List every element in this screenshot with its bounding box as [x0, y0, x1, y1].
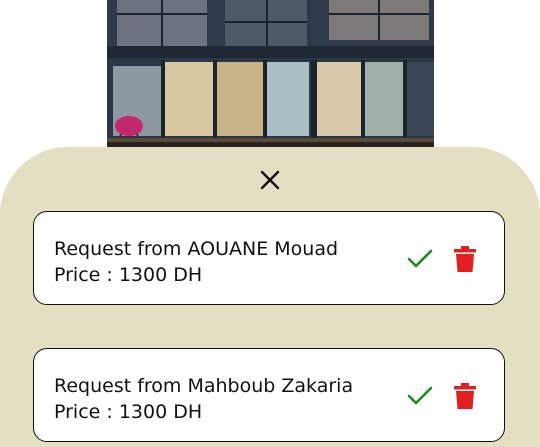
- request-price: Price : 1300 DH: [54, 264, 203, 286]
- request-info: Request from AOUANE Mouad Price : 1300 D…: [54, 236, 338, 288]
- request-card: Request from Mahboub Zakaria Price : 130…: [33, 348, 505, 442]
- request-card: Request from AOUANE Mouad Price : 1300 D…: [33, 211, 505, 305]
- accept-check-icon[interactable]: [406, 385, 434, 407]
- house-photo: [107, 0, 434, 158]
- trash-icon[interactable]: [454, 383, 476, 409]
- trash-icon[interactable]: [454, 246, 476, 272]
- request-title: Request from Mahboub Zakaria: [54, 375, 354, 397]
- close-icon[interactable]: [256, 166, 284, 194]
- request-title: Request from AOUANE Mouad: [54, 238, 339, 260]
- accept-check-icon[interactable]: [406, 248, 434, 270]
- request-info: Request from Mahboub Zakaria Price : 130…: [54, 373, 353, 425]
- request-price: Price : 1300 DH: [54, 401, 203, 423]
